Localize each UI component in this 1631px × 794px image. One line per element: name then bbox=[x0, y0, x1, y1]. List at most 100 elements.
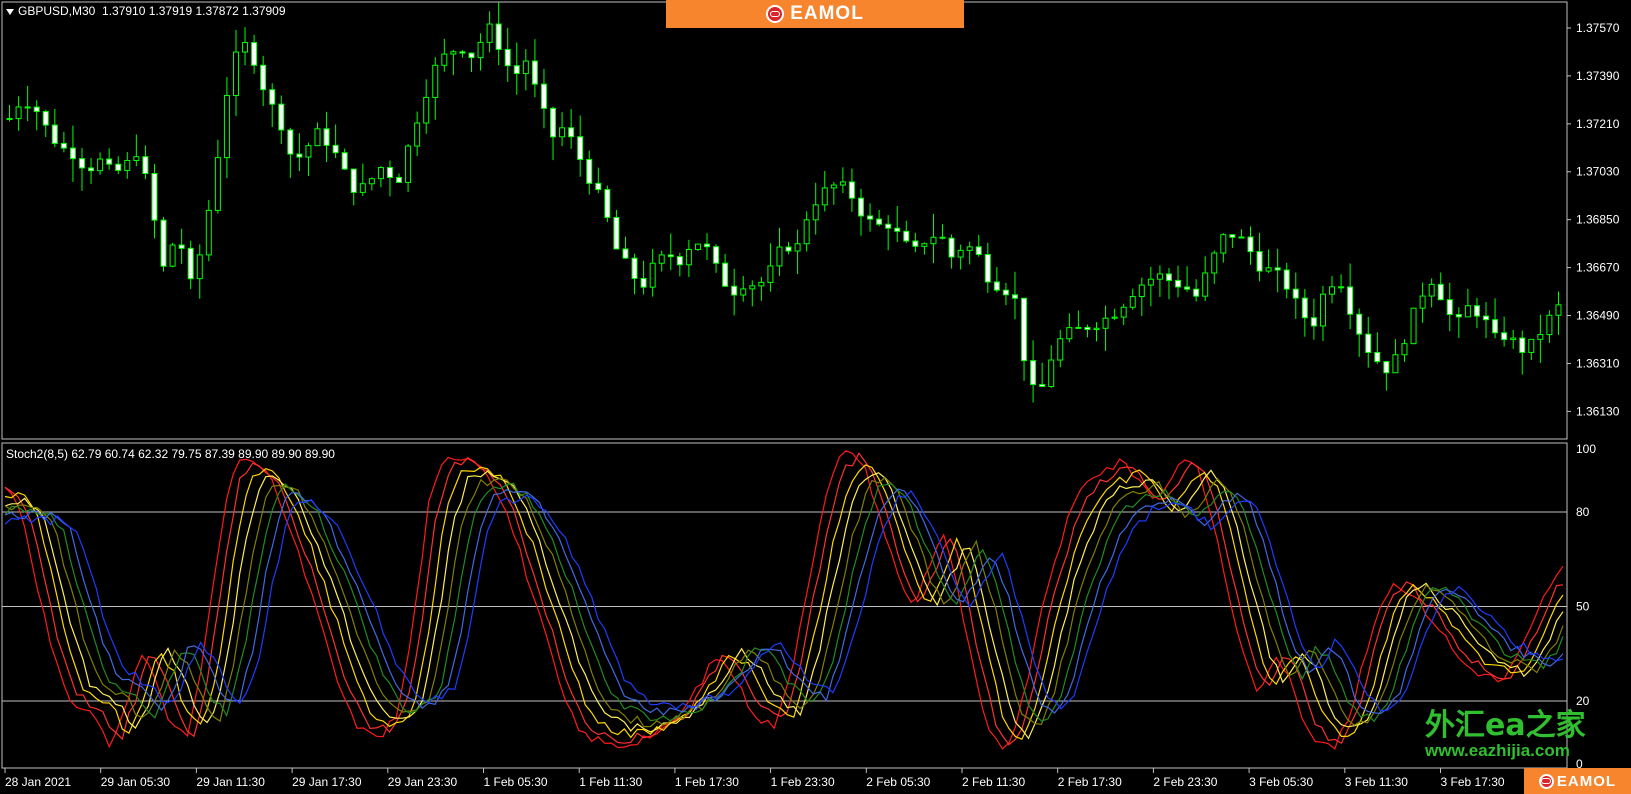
candle-body bbox=[613, 216, 620, 250]
candle-body bbox=[622, 248, 629, 259]
candle-body bbox=[649, 262, 656, 288]
candle-body bbox=[106, 158, 113, 165]
time-tick-label: 1 Feb 05:30 bbox=[484, 775, 548, 789]
candle-body bbox=[903, 230, 910, 242]
candle-body bbox=[6, 117, 13, 120]
candle-body bbox=[1256, 251, 1263, 272]
candle-body bbox=[1374, 351, 1381, 363]
candle-body bbox=[423, 96, 430, 124]
watermark: 外汇ea之家 www.eazhijia.com bbox=[1425, 710, 1605, 760]
candle-body bbox=[386, 167, 393, 178]
eamol-corner-logo-icon bbox=[1538, 773, 1554, 789]
candle-body bbox=[296, 153, 303, 158]
candle-body bbox=[1057, 338, 1064, 361]
candle-body bbox=[1021, 297, 1028, 362]
eamol-banner[interactable]: EAMOL bbox=[666, 0, 964, 28]
candle-body bbox=[1048, 359, 1055, 387]
candle-body bbox=[377, 167, 384, 180]
candle-body bbox=[1120, 306, 1127, 318]
candle-body bbox=[921, 243, 928, 247]
price-tick-label: 1.37030 bbox=[1576, 165, 1620, 179]
candle-body bbox=[839, 181, 846, 186]
candle-body bbox=[568, 127, 575, 138]
candle-body bbox=[504, 48, 511, 67]
candle-body bbox=[468, 52, 475, 59]
candle-body bbox=[187, 247, 194, 280]
candle-body bbox=[341, 152, 348, 170]
candle-body bbox=[540, 83, 547, 109]
candle-body bbox=[196, 254, 203, 280]
candle-body bbox=[794, 243, 801, 252]
candle-body bbox=[477, 41, 484, 59]
candle-body bbox=[1274, 267, 1281, 271]
candle-body bbox=[350, 168, 357, 193]
candle-body bbox=[1428, 283, 1435, 297]
candle-body bbox=[260, 64, 267, 91]
price-tick-label: 1.36670 bbox=[1576, 261, 1620, 275]
candle-body bbox=[984, 253, 991, 283]
candle-body bbox=[740, 288, 747, 296]
candle-body bbox=[441, 53, 448, 66]
candle-body bbox=[133, 156, 140, 161]
candle-body bbox=[1310, 317, 1317, 327]
price-tick-label: 1.36130 bbox=[1576, 404, 1620, 418]
time-tick-label: 2 Feb 23:30 bbox=[1153, 775, 1217, 789]
chart-canvas[interactable]: 1.37570 1.37390 1.37210 1.37030 1.36850 1.366… bbox=[0, 0, 1631, 794]
candle-body bbox=[513, 65, 520, 75]
candle-body bbox=[1319, 293, 1326, 327]
symbol-label: GBPUSD,M30 1.37910 1.37919 1.37872 1.379… bbox=[6, 4, 286, 18]
candle-body bbox=[1238, 236, 1245, 239]
candle-body bbox=[1473, 305, 1480, 317]
time-tick-label: 29 Jan 05:30 bbox=[101, 775, 171, 789]
candle-body bbox=[278, 103, 285, 131]
candle-body bbox=[894, 227, 901, 232]
candle-body bbox=[495, 23, 502, 50]
candle-body bbox=[776, 246, 783, 267]
candle-body bbox=[685, 248, 692, 266]
chart-background bbox=[0, 0, 1631, 794]
candle-body bbox=[151, 172, 158, 221]
candle-body bbox=[1211, 252, 1218, 274]
banner-brand: EAMOL bbox=[790, 3, 864, 24]
candle-body bbox=[993, 281, 1000, 291]
candle-body bbox=[1066, 327, 1073, 340]
candle-body bbox=[1555, 304, 1562, 316]
indicator-label: Stoch2(8,5) 62.79 60.74 62.32 79.75 87.3… bbox=[6, 447, 335, 461]
corner-brand: EAMOL bbox=[1556, 772, 1617, 790]
candle-body bbox=[830, 184, 837, 189]
candle-body bbox=[33, 106, 40, 113]
candle-body bbox=[1483, 315, 1490, 321]
candle-body bbox=[912, 240, 919, 247]
candle-body bbox=[1537, 334, 1544, 340]
candle-body bbox=[867, 215, 874, 220]
candle-body bbox=[1510, 337, 1517, 341]
candle-body bbox=[676, 256, 683, 266]
candle-body bbox=[876, 218, 883, 225]
candle-body bbox=[69, 147, 76, 160]
candle-body bbox=[667, 254, 674, 258]
candle-body bbox=[550, 107, 557, 138]
candle-body bbox=[1501, 332, 1508, 341]
candle-body bbox=[586, 158, 593, 184]
time-tick-label: 3 Feb 17:30 bbox=[1441, 775, 1505, 789]
candle-body bbox=[1301, 297, 1308, 319]
candle-body bbox=[704, 243, 711, 248]
candle-body bbox=[1528, 338, 1535, 353]
candle-body bbox=[459, 51, 466, 54]
candle-body bbox=[1111, 316, 1118, 319]
time-tick-label: 28 Jan 2021 bbox=[5, 775, 71, 789]
candle-body bbox=[1365, 333, 1372, 353]
candle-body bbox=[1220, 234, 1227, 254]
candle-body bbox=[1084, 326, 1091, 331]
candle-body bbox=[1392, 354, 1399, 374]
candle-body bbox=[631, 257, 638, 279]
candle-body bbox=[1419, 295, 1426, 309]
candle-body bbox=[1147, 278, 1154, 286]
price-tick-label: 1.36490 bbox=[1576, 309, 1620, 323]
candle-body bbox=[214, 157, 221, 211]
corner-logo: EAMOL bbox=[1524, 768, 1631, 794]
time-tick-label: 3 Feb 05:30 bbox=[1249, 775, 1313, 789]
candle-body bbox=[1455, 314, 1462, 318]
candle-body bbox=[287, 129, 294, 155]
candle-body bbox=[1446, 299, 1453, 316]
